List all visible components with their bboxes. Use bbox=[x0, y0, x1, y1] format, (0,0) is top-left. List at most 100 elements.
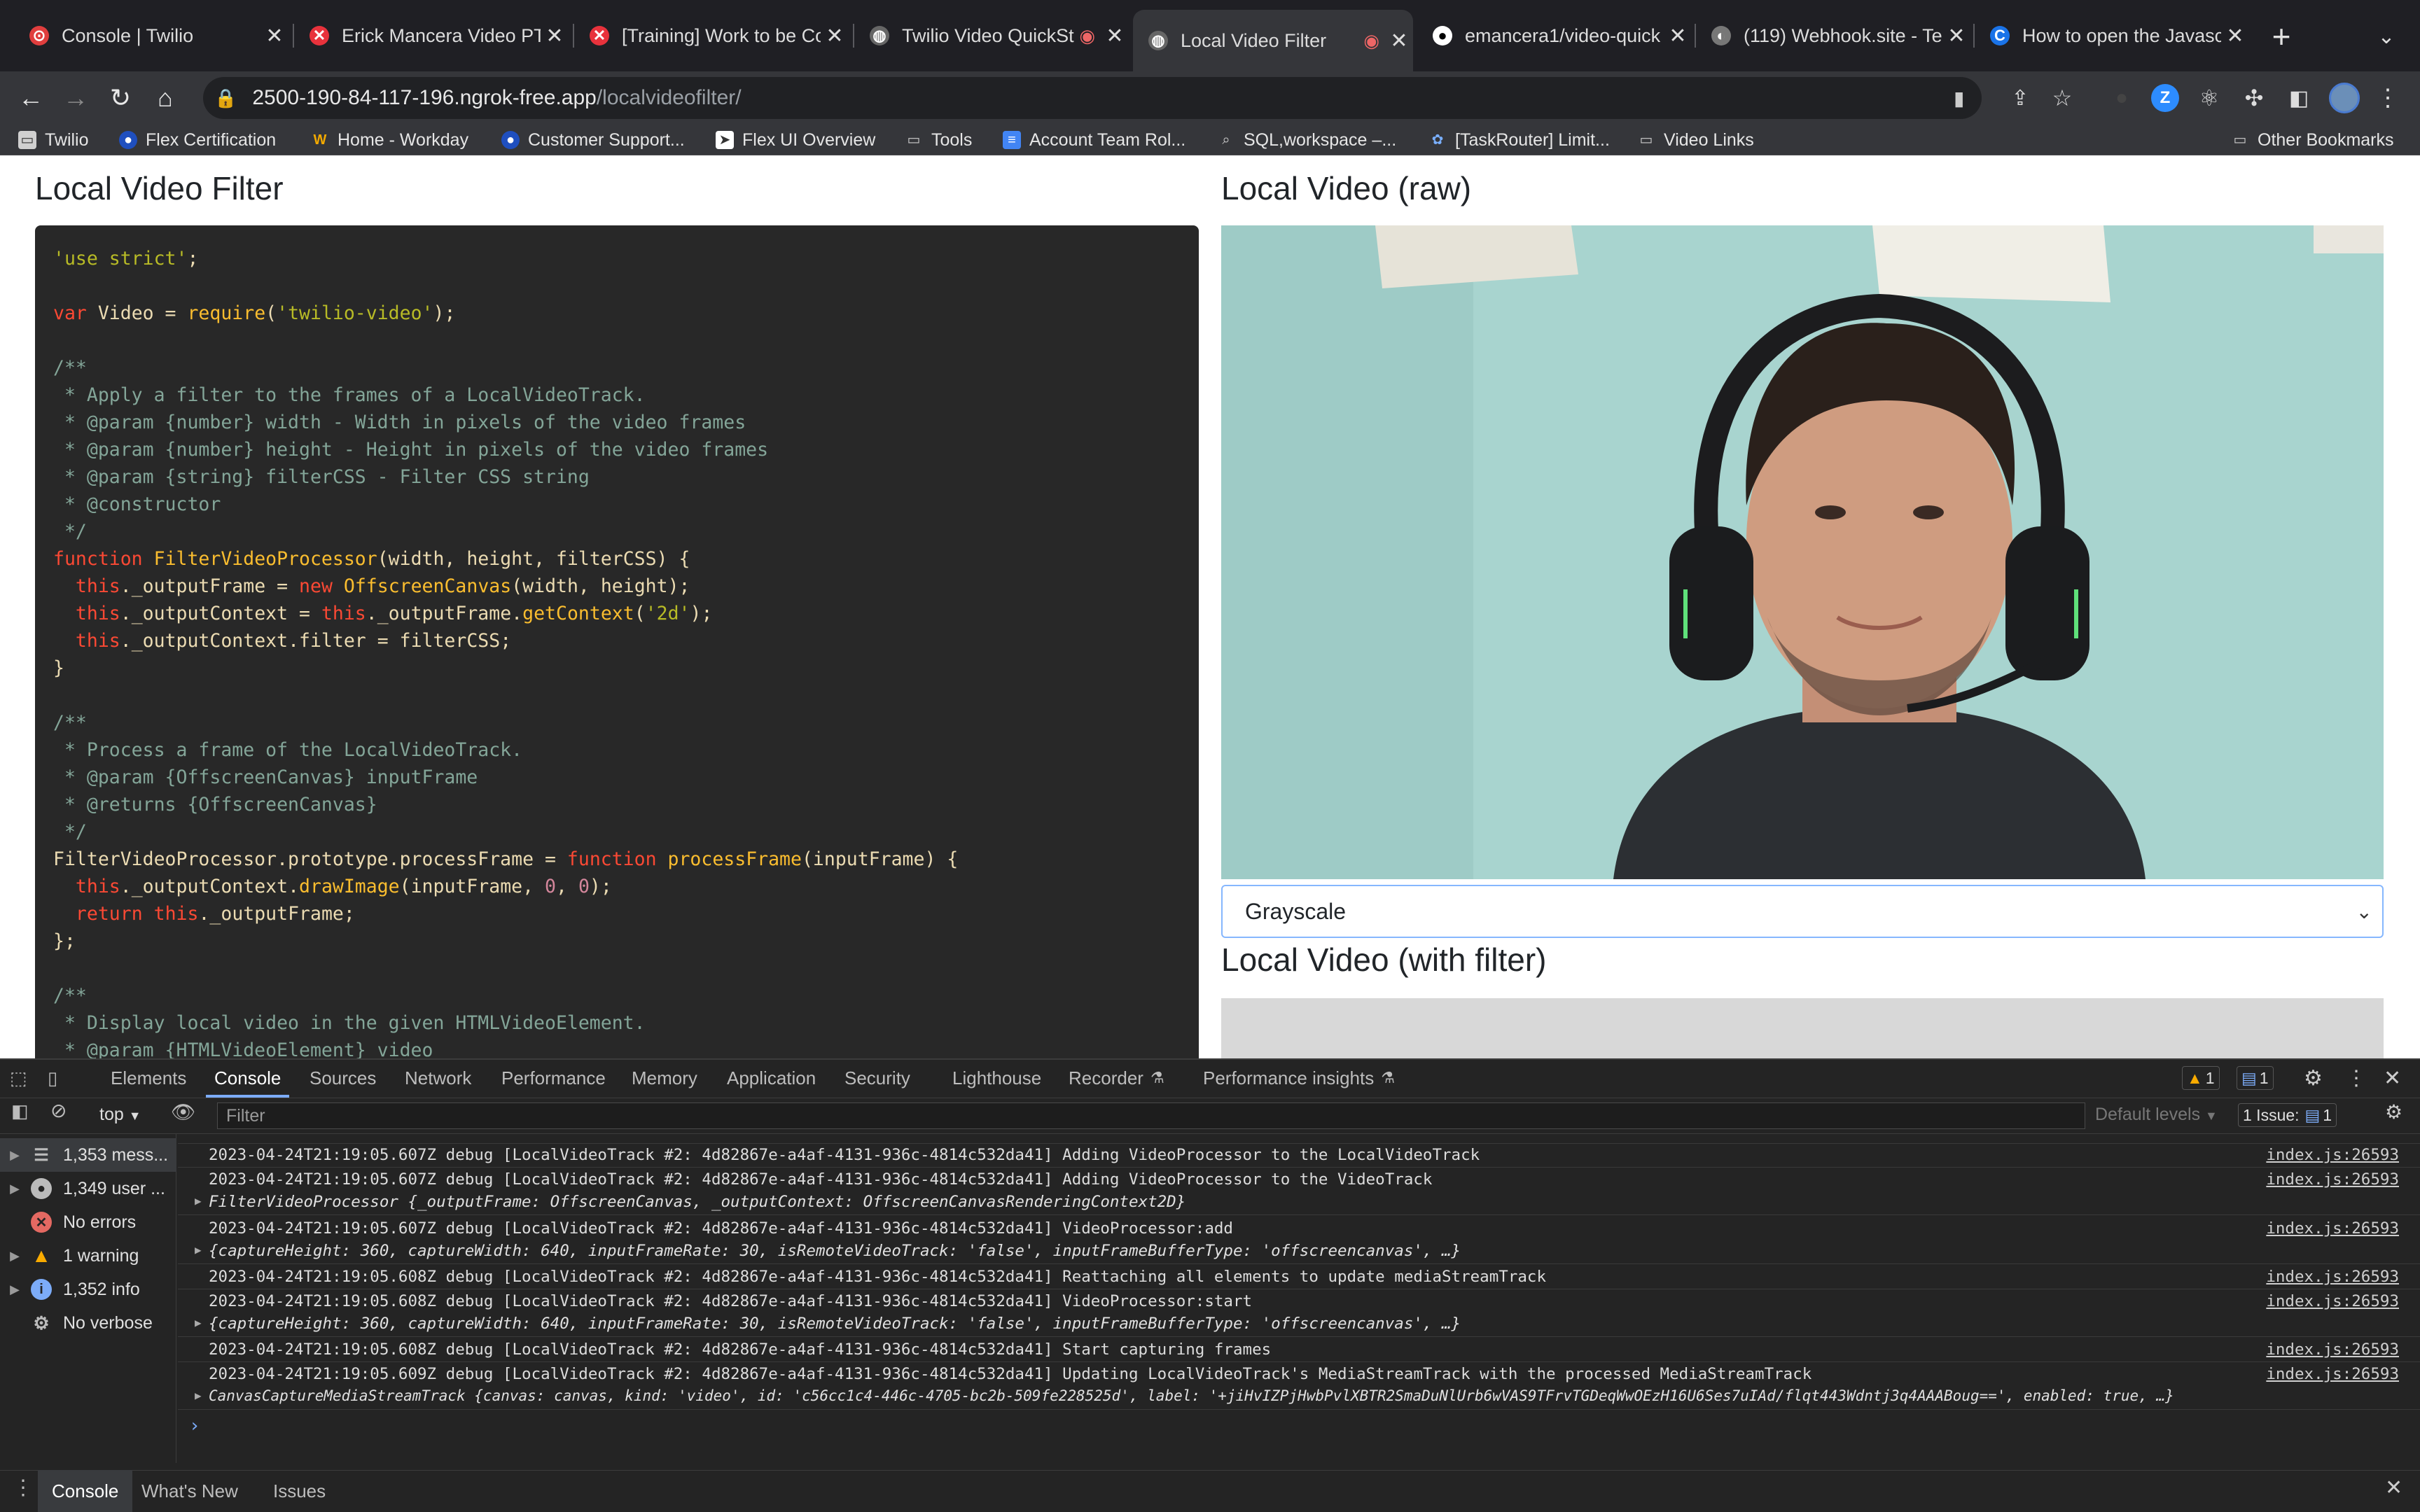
chevron-down-icon: ⌄ bbox=[2356, 900, 2372, 923]
sidebar-item-messages[interactable]: ▶ ☰ 1,353 mess... bbox=[0, 1138, 176, 1172]
extensions-puzzle-icon[interactable]: ✣ bbox=[2237, 71, 2272, 125]
log-object[interactable]: {captureHeight: 360, captureWidth: 640, … bbox=[209, 1315, 1461, 1333]
console-prompt[interactable]: › bbox=[178, 1410, 2420, 1441]
context-selector[interactable]: top ▼ bbox=[99, 1105, 141, 1125]
devtools-tab-security[interactable]: Security bbox=[844, 1058, 910, 1098]
close-icon[interactable]: ✕ bbox=[1664, 24, 1692, 48]
reload-button[interactable]: ↻ bbox=[99, 71, 141, 125]
expand-arrow-icon[interactable]: ▶ bbox=[195, 1316, 202, 1329]
log-source-link[interactable]: index.js:26593 bbox=[2266, 1146, 2399, 1164]
clear-console-icon[interactable]: ⊘ bbox=[50, 1099, 67, 1122]
extension-icon[interactable]: ● bbox=[2108, 71, 2136, 125]
device-toolbar-icon[interactable]: ▯ bbox=[48, 1058, 71, 1098]
browser-tab[interactable]: ◐ (119) Webhook.site - Te ✕ bbox=[1696, 10, 1970, 62]
browser-tab[interactable]: C How to open the Javasc ✕ bbox=[1975, 10, 2249, 62]
devtools-tab-performance[interactable]: Performance bbox=[501, 1058, 606, 1098]
bookmark-item[interactable]: ● Customer Support... bbox=[501, 125, 685, 155]
close-icon[interactable]: ✕ bbox=[1101, 24, 1129, 48]
devtools-tab-performance-insights[interactable]: Performance insights ⚗ bbox=[1203, 1058, 1395, 1098]
log-object[interactable]: CanvasCaptureMediaStreamTrack {canvas: c… bbox=[209, 1387, 2174, 1404]
sidebar-item-verbose[interactable]: ⚙ No verbose bbox=[0, 1306, 176, 1340]
drawer-tab-issues[interactable]: Issues bbox=[273, 1470, 326, 1512]
home-button[interactable]: ⌂ bbox=[144, 71, 186, 125]
close-icon[interactable]: ✕ bbox=[260, 24, 288, 48]
drawer-menu-icon[interactable]: ⋮ bbox=[13, 1476, 34, 1500]
issues-button[interactable]: 1 Issue: ▤ 1 bbox=[2238, 1103, 2337, 1127]
inspect-element-icon[interactable]: ⬚ bbox=[10, 1058, 34, 1098]
gear-icon[interactable]: ⚙ bbox=[2304, 1058, 2332, 1098]
filter-select[interactable]: Grayscale ⌄ bbox=[1221, 885, 2384, 938]
sidebar-item-errors[interactable]: ✕ No errors bbox=[0, 1205, 176, 1239]
browser-tab[interactable]: ✕ [Training] Work to be Co ✕ bbox=[574, 10, 849, 62]
devtools-tab-elements[interactable]: Elements bbox=[111, 1058, 186, 1098]
bookmark-folder[interactable]: ▭ Video Links bbox=[1637, 125, 1754, 155]
expand-arrow-icon[interactable]: ▶ bbox=[195, 1389, 202, 1402]
bookmark-item[interactable]: ➤ Flex UI Overview bbox=[716, 125, 875, 155]
close-icon[interactable]: ✕ bbox=[541, 24, 569, 48]
zoom-extension-icon[interactable]: Z bbox=[2151, 84, 2179, 112]
log-source-link[interactable]: index.js:26593 bbox=[2266, 1268, 2399, 1286]
side-panel-icon[interactable]: ◧ bbox=[2281, 71, 2316, 125]
browser-tab[interactable]: ✕ Erick Mancera Video PT/✕ bbox=[294, 10, 569, 62]
expand-arrow-icon: ▶ bbox=[10, 1282, 20, 1296]
camera-icon[interactable]: ▮ bbox=[1954, 77, 1982, 119]
forward-button[interactable]: → bbox=[55, 71, 97, 125]
expand-arrow-icon[interactable]: ▶ bbox=[195, 1243, 202, 1256]
menu-kebab-icon[interactable]: ⋮ bbox=[2374, 71, 2402, 125]
bookmark-item[interactable]: ≡ Account Team Rol... bbox=[1003, 125, 1185, 155]
devtools-tab-console[interactable]: Console bbox=[205, 1058, 290, 1098]
bookmark-item[interactable]: W Home - Workday bbox=[311, 125, 469, 155]
new-tab-button[interactable]: + bbox=[2262, 17, 2301, 56]
log-levels-dropdown[interactable]: Default levels ▼ bbox=[2095, 1105, 2218, 1125]
console-filter-input[interactable]: Filter bbox=[217, 1102, 2085, 1129]
bookmark-star-icon[interactable]: ☆ bbox=[2045, 71, 2080, 125]
close-icon[interactable]: ✕ bbox=[1942, 24, 1970, 48]
sidebar-toggle-icon[interactable]: ◧ bbox=[11, 1100, 29, 1122]
bookmark-item[interactable]: ✿ [TaskRouter] Limit... bbox=[1428, 125, 1610, 155]
tab-search-icon[interactable]: ⌄ bbox=[2367, 17, 2406, 56]
devtools-tab-lighthouse[interactable]: Lighthouse bbox=[952, 1058, 1041, 1098]
expand-arrow-icon[interactable]: ▶ bbox=[195, 1194, 202, 1208]
avatar[interactable] bbox=[2329, 83, 2360, 113]
drawer-tab-console[interactable]: Console bbox=[38, 1470, 133, 1512]
log-object[interactable]: FilterVideoProcessor {_outputFrame: Offs… bbox=[209, 1193, 1185, 1211]
share-icon[interactable]: ⇪ bbox=[2003, 71, 2038, 125]
log-object[interactable]: {captureHeight: 360, captureWidth: 640, … bbox=[209, 1242, 1461, 1260]
devtools-tab-recorder[interactable]: Recorder ⚗ bbox=[1069, 1058, 1164, 1098]
info-badge[interactable]: ▤ 1 bbox=[2237, 1066, 2274, 1090]
devtools-tab-sources[interactable]: Sources bbox=[310, 1058, 376, 1098]
browser-tab[interactable]: ● emancera1/video-quick ✕ bbox=[1417, 10, 1692, 62]
close-icon[interactable]: ✕ bbox=[2384, 1058, 2409, 1098]
bookmark-item[interactable]: ⌕ SQL,workspace –... bbox=[1217, 125, 1396, 155]
devtools-tab-application[interactable]: Application bbox=[727, 1058, 816, 1098]
close-drawer-icon[interactable]: ✕ bbox=[2385, 1476, 2402, 1500]
browser-tab[interactable]: ◍ Twilio Video QuickSt ◉ ✕ bbox=[854, 10, 1129, 62]
close-icon[interactable]: ✕ bbox=[2221, 24, 2249, 48]
other-bookmarks-folder[interactable]: ▭ Other Bookmarks bbox=[2231, 125, 2394, 155]
address-bar[interactable]: 🔒 2500-190-84-117-196.ngrok-free.app/loc… bbox=[203, 77, 1982, 119]
bookmark-folder[interactable]: ▭ Tools bbox=[905, 125, 973, 155]
bookmark-item[interactable]: ● Flex Certification bbox=[119, 125, 276, 155]
log-source-link[interactable]: index.js:26593 bbox=[2266, 1292, 2399, 1310]
devtools-tab-memory[interactable]: Memory bbox=[632, 1058, 697, 1098]
browser-tab[interactable]: ⊙ Console | Twilio ✕ bbox=[14, 10, 288, 62]
bookmark-item[interactable]: ▭ Twilio bbox=[18, 125, 89, 155]
back-button[interactable]: ← bbox=[10, 71, 52, 125]
log-source-link[interactable]: index.js:26593 bbox=[2266, 1365, 2399, 1383]
react-devtools-icon[interactable]: ⚛ bbox=[2192, 71, 2227, 125]
eye-icon[interactable]: 👁 bbox=[171, 1100, 196, 1124]
menu-kebab-icon[interactable]: ⋮ bbox=[2346, 1058, 2367, 1098]
sidebar-item-info[interactable]: ▶ i 1,352 info bbox=[0, 1273, 176, 1306]
warnings-badge[interactable]: ▲ 1 bbox=[2182, 1066, 2220, 1090]
sidebar-item-warnings[interactable]: ▶ ▲ 1 warning bbox=[0, 1239, 176, 1273]
log-source-link[interactable]: index.js:26593 bbox=[2266, 1170, 2399, 1189]
close-icon[interactable]: ✕ bbox=[1385, 29, 1413, 53]
console-settings-icon[interactable]: ⚙ bbox=[2385, 1100, 2402, 1124]
drawer-tab-whats-new[interactable]: What's New bbox=[141, 1470, 238, 1512]
log-source-link[interactable]: index.js:26593 bbox=[2266, 1340, 2399, 1359]
log-source-link[interactable]: index.js:26593 bbox=[2266, 1219, 2399, 1238]
sidebar-item-user-messages[interactable]: ▶ ● 1,349 user ... bbox=[0, 1172, 176, 1205]
close-icon[interactable]: ✕ bbox=[821, 24, 849, 48]
browser-tab-active[interactable]: ◍ Local Video Filter ◉ ✕ bbox=[1133, 10, 1413, 71]
devtools-tab-network[interactable]: Network bbox=[405, 1058, 471, 1098]
